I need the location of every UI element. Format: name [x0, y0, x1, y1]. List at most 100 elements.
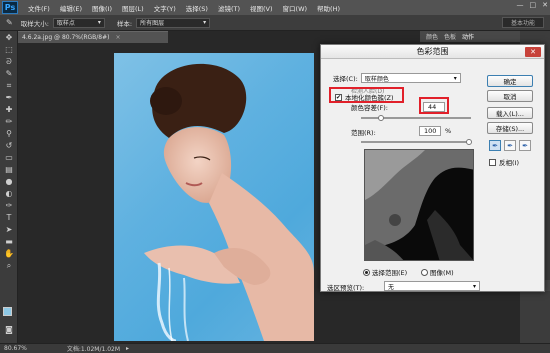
dialog-titlebar[interactable]: 色彩范围 ✕ [321, 45, 544, 59]
canvas-area [18, 43, 322, 343]
marquee-tool-icon[interactable]: ⬚ [2, 44, 16, 55]
sample-value: 所有图层 [140, 20, 165, 27]
clone-stamp-tool-icon[interactable]: ⚲ [2, 128, 16, 139]
radio-selection-label: 选择范围(E) [372, 269, 408, 277]
range-input[interactable]: 100 [419, 126, 441, 136]
eyedropper-tool-icon[interactable]: ✒ [2, 92, 16, 103]
eyedropper-tool-icon[interactable]: ✎ [6, 18, 13, 27]
preview-mask-image [365, 150, 473, 260]
eyedropper-icon[interactable]: ✒ [489, 140, 501, 151]
status-bar: 80.67% 文档:1.02M/1.02M ▸ [0, 343, 550, 353]
pen-tool-icon[interactable]: ✑ [2, 200, 16, 211]
chevron-down-icon: ▾ [453, 74, 457, 82]
color-range-dialog: 色彩范围 ✕ 选择(C): 取样颜色 ▾ 检测人脸(D) ✔ 本地化颜色簇(Z)… [320, 44, 545, 292]
select-dropdown[interactable]: 取样颜色 ▾ [360, 73, 461, 83]
sample-label: 样本: [116, 19, 133, 28]
eraser-tool-icon[interactable]: ▭ [2, 152, 16, 163]
dialog-title: 色彩范围 [416, 47, 449, 56]
menu-window[interactable]: 窗口(W) [283, 3, 308, 13]
menu-filter[interactable]: 滤镜(T) [218, 3, 240, 13]
minimize-button[interactable]: — [517, 1, 524, 9]
tools-panel: ✥ ⬚ ᘐ ✎ ⌗ ✒ ✚ ✏ ⚲ ↺ ▭ ▤ ● ◐ ✑ T ➤ ▬ ✋ ⌕ … [0, 31, 18, 343]
menu-view[interactable]: 视图(V) [250, 3, 273, 13]
save-button[interactable]: 存储(S)... [487, 122, 533, 134]
fuzziness-slider-thumb[interactable] [378, 115, 384, 121]
chevron-down-icon: ▾ [97, 19, 101, 26]
cancel-button[interactable]: 取消 [487, 90, 533, 102]
menu-image[interactable]: 图像(I) [92, 3, 112, 13]
path-selection-tool-icon[interactable]: ➤ [2, 224, 16, 235]
sample-size-label: 取样大小: [20, 19, 49, 28]
options-bar: ✎ 取样大小: 取样点 ▾ 样本: 所有图层 ▾ 基本功能 [0, 15, 550, 31]
load-button[interactable]: 载入(L)... [487, 107, 533, 119]
maximize-button[interactable]: □ [530, 1, 537, 9]
menu-select[interactable]: 选择(S) [186, 3, 208, 13]
shape-tool-icon[interactable]: ▬ [2, 236, 16, 247]
close-tab-icon[interactable]: × [116, 34, 121, 41]
chevron-down-icon: ▾ [472, 282, 476, 290]
crop-tool-icon[interactable]: ⌗ [2, 80, 16, 91]
lasso-tool-icon[interactable]: ᘐ [2, 56, 16, 67]
radio-selection[interactable] [363, 268, 370, 276]
radio-image-label: 图像(M) [430, 269, 454, 277]
menu-edit[interactable]: 编辑(E) [60, 3, 82, 13]
tab-actions[interactable]: 动作 [462, 32, 474, 41]
select-label: 选择(C): [333, 75, 358, 83]
workspace-button[interactable]: 基本功能 [502, 17, 544, 28]
document-info[interactable]: 文档:1.02M/1.02M [67, 344, 120, 353]
menu-help[interactable]: 帮助(H) [317, 3, 340, 13]
sample-size-select[interactable]: 取样点 ▾ [52, 17, 105, 28]
type-tool-icon[interactable]: T [2, 212, 16, 223]
window-controls: — □ ✕ [517, 1, 549, 9]
sample-size-value: 取样点 [56, 20, 75, 27]
eyedropper-plus-icon[interactable]: ✒ [504, 140, 516, 151]
fuzziness-label: 颜色容差(F): [351, 104, 389, 112]
foreground-color-swatch[interactable] [3, 307, 12, 316]
menu-layer[interactable]: 图层(L) [122, 3, 144, 13]
chevron-down-icon: ▾ [203, 19, 207, 26]
eyedropper-minus-icon[interactable]: ✒ [519, 140, 531, 151]
selection-preview-value: 无 [388, 283, 395, 291]
highlight-box-fuzziness [419, 97, 449, 114]
zoom-tool-icon[interactable]: ⌕ [2, 260, 16, 271]
range-slider-thumb[interactable] [466, 139, 472, 145]
document-tab[interactable]: 4.6.2a.jpg @ 80.7%(RGB/8#) × [18, 31, 168, 43]
invert-option[interactable]: 反相(I) [489, 157, 519, 167]
highlight-box-localized [329, 87, 404, 103]
radio-image[interactable] [421, 268, 428, 276]
zoom-level[interactable]: 80.67% [4, 345, 27, 352]
radio-selection-option[interactable]: 选择范围(E) [363, 267, 407, 277]
quick-mask-icon[interactable]: ◙ [2, 324, 16, 335]
blur-tool-icon[interactable]: ● [2, 176, 16, 187]
tab-swatches[interactable]: 色板 [444, 32, 456, 41]
menu-bar: Ps 文件(F) 编辑(E) 图像(I) 图层(L) 文字(Y) 选择(S) 滤… [0, 0, 550, 15]
menu-file[interactable]: 文件(F) [28, 3, 50, 13]
range-unit: % [445, 127, 452, 135]
radio-image-option[interactable]: 图像(M) [421, 267, 454, 277]
quick-select-tool-icon[interactable]: ✎ [2, 68, 16, 79]
tab-color[interactable]: 颜色 [426, 32, 438, 41]
chevron-right-icon[interactable]: ▸ [126, 345, 129, 352]
selection-preview-label: 选区预览(T): [327, 284, 365, 292]
range-label: 范围(R): [351, 129, 376, 137]
select-row: 选择(C): 取样颜色 ▾ [333, 73, 461, 83]
sample-select[interactable]: 所有图层 ▾ [136, 17, 211, 28]
hand-tool-icon[interactable]: ✋ [2, 248, 16, 259]
move-tool-icon[interactable]: ✥ [2, 32, 16, 43]
range-slider[interactable] [361, 139, 472, 145]
close-window-button[interactable]: ✕ [542, 1, 548, 9]
brush-tool-icon[interactable]: ✏ [2, 116, 16, 127]
woman-washing-face-photo [144, 63, 314, 341]
dodge-tool-icon[interactable]: ◐ [2, 188, 16, 199]
gradient-tool-icon[interactable]: ▤ [2, 164, 16, 175]
ok-button[interactable]: 确定 [487, 75, 533, 87]
selection-preview[interactable] [364, 149, 474, 261]
document-image[interactable] [114, 53, 314, 341]
healing-brush-tool-icon[interactable]: ✚ [2, 104, 16, 115]
selection-preview-dropdown[interactable]: 无 ▾ [384, 281, 480, 291]
history-brush-tool-icon[interactable]: ↺ [2, 140, 16, 151]
fuzziness-slider[interactable] [361, 115, 471, 121]
invert-checkbox[interactable] [489, 158, 496, 166]
dialog-close-button[interactable]: ✕ [525, 47, 541, 57]
menu-type[interactable]: 文字(Y) [154, 3, 176, 13]
